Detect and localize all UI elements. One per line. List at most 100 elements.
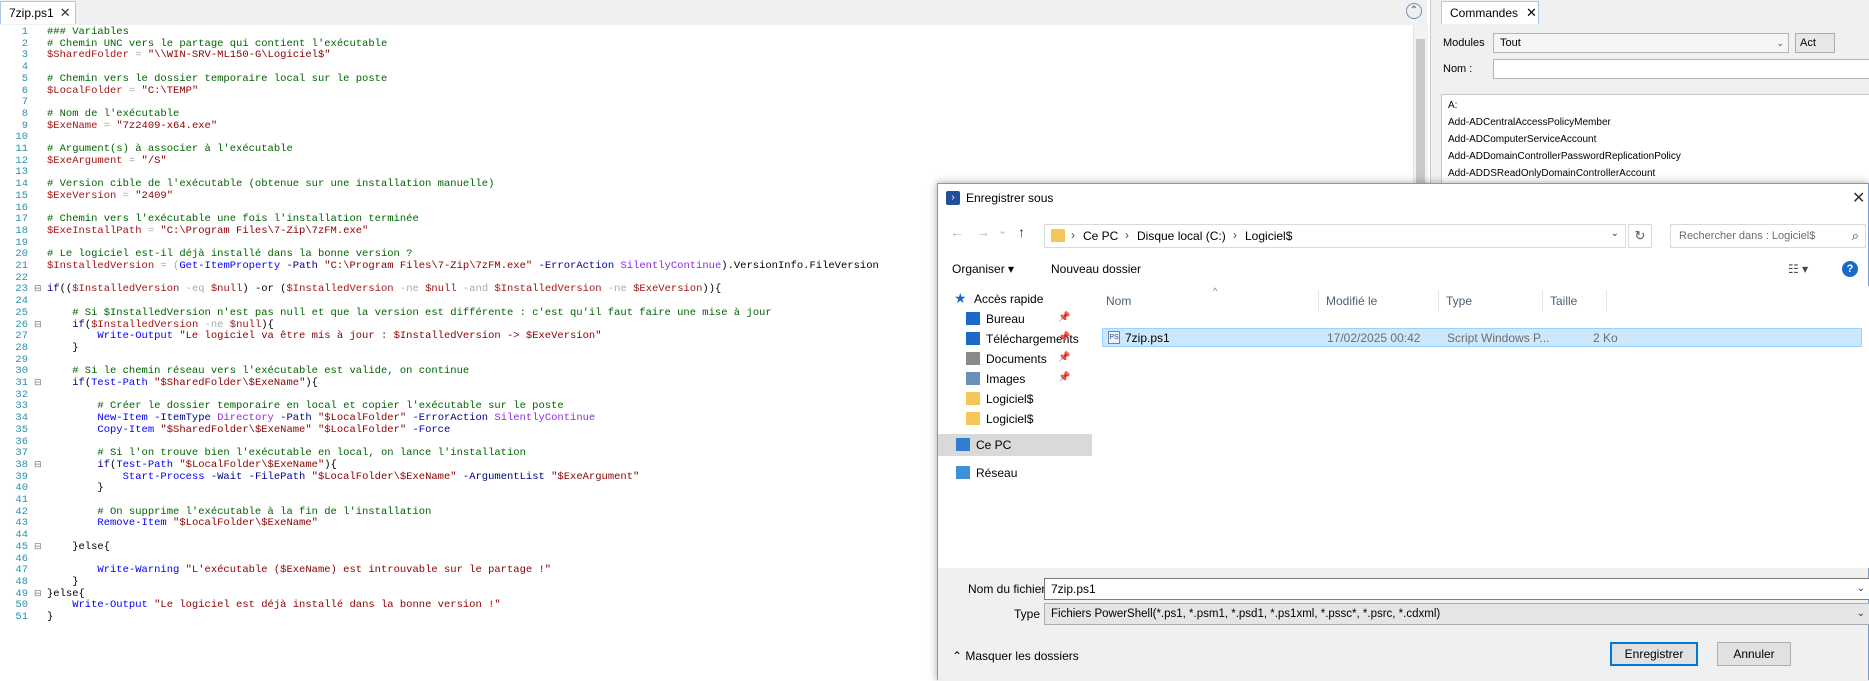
code-line[interactable]: 18 $ExeInstallPath = "C:\Program Files\7-…	[0, 225, 1000, 238]
close-icon[interactable]: ✕	[60, 5, 71, 21]
save-button[interactable]: Enregistrer	[1610, 642, 1698, 666]
address-bar[interactable]: › Ce PC › Disque local (C:) › Logiciel$ …	[1044, 224, 1626, 248]
code-line[interactable]: 15 $ExeVersion = "2409"	[0, 190, 1000, 203]
chevron-down-icon[interactable]: ⌄	[1611, 228, 1619, 239]
column-header-name[interactable]: Nom	[1106, 294, 1131, 308]
new-folder-button[interactable]: Nouveau dossier	[1051, 262, 1141, 276]
nav-item-reseau[interactable]: Réseau	[938, 462, 1092, 484]
column-header-size[interactable]: Taille	[1550, 294, 1577, 308]
code-line[interactable]: 23 ⊟ if(($InstalledVersion -eq $null) -or …	[0, 284, 1000, 296]
code-line[interactable]: 43 Remove-Item "$LocalFolder\$ExeName"	[0, 518, 1000, 530]
navigation-pane[interactable]: ★ Accès rapide Bureau 📌 Téléchargements …	[938, 286, 1092, 568]
column-divider[interactable]	[1318, 290, 1319, 312]
fold-toggle-icon[interactable]: ⊟	[34, 284, 42, 296]
breadcrumb-disque-local[interactable]: Disque local (C:)	[1137, 229, 1226, 243]
nav-label: Ce PC	[976, 438, 1012, 452]
fold-toggle-icon[interactable]: ⊟	[34, 589, 42, 601]
code-line[interactable]: 47 Write-Warning "L'exécutable ($ExeName…	[0, 564, 1000, 577]
chevron-down-icon[interactable]: ⌄	[1857, 579, 1865, 599]
code-token: "$ExeArgument"	[551, 470, 640, 483]
column-divider[interactable]	[1438, 290, 1439, 312]
column-divider[interactable]	[1542, 290, 1543, 312]
help-icon[interactable]: ?	[1842, 261, 1858, 277]
file-name: 7zip.ps1	[1125, 331, 1170, 345]
organize-button[interactable]: Organiser ▾	[952, 262, 1014, 276]
breadcrumb-separator: ›	[1233, 228, 1237, 242]
line-number: 35	[15, 423, 28, 436]
tab-7zip-ps1[interactable]: 7zip.ps1 ✕	[0, 1, 76, 24]
forward-arrow-icon[interactable]: →	[976, 224, 990, 240]
fold-toggle-icon[interactable]: ⊟	[34, 542, 42, 554]
code-line[interactable]: 3 $SharedFolder = "\\WIN-SRV-ML150-G\Logi…	[0, 50, 1000, 62]
code-token: SilentlyContinue	[494, 412, 596, 425]
breadcrumb-ce-pc[interactable]: Ce PC	[1083, 229, 1118, 243]
column-divider[interactable]	[1606, 290, 1607, 312]
code-line[interactable]: 9 $ExeName = "7z2409-x64.exe"	[0, 120, 1000, 133]
nav-item-logiciel[interactable]: Logiciel$	[938, 388, 1092, 410]
hide-folders-button[interactable]: ⌃ Masquer les dossiers	[952, 649, 1079, 663]
code-line[interactable]: 50 Write-Output "Le logiciel est déjà in…	[0, 599, 1000, 612]
nav-item-acces-rapide[interactable]: ★ Accès rapide	[938, 288, 1092, 310]
code-line[interactable]: 12 $ExeArgument = "/S"	[0, 155, 1000, 168]
nav-item-telechargements[interactable]: Téléchargements 📌	[938, 328, 1092, 350]
code-line[interactable]: 45 ⊟ }else{	[0, 541, 1000, 554]
code-line[interactable]: 40 }	[0, 482, 1000, 495]
code-line[interactable]: 44	[0, 529, 1000, 542]
collapse-script-pane-icon[interactable]: ⌃	[1406, 3, 1422, 19]
breadcrumb-logiciel[interactable]: Logiciel$	[1245, 229, 1292, 243]
recent-locations-icon[interactable]: ⌄	[998, 224, 1007, 237]
code-text: }	[47, 482, 103, 495]
tab-commandes[interactable]: Commandes ✕	[1441, 1, 1539, 24]
table-row[interactable]: PS 7zip.ps1 17/02/2025 00:42 Script Wind…	[1102, 328, 1862, 347]
nav-item-documents[interactable]: Documents 📌	[938, 348, 1092, 370]
code-line[interactable]: 27 Write-Output "Le logiciel va être mis…	[0, 330, 1000, 343]
fold-toggle-icon[interactable]: ⊟	[34, 460, 42, 472]
refresh-modules-button[interactable]: Act	[1795, 33, 1835, 53]
code-token: New-Item	[47, 412, 148, 425]
code-line[interactable]: 48 }	[0, 575, 1000, 589]
code-token: if	[47, 377, 85, 389]
modules-select[interactable]: Tout ⌄	[1493, 33, 1789, 53]
code-line[interactable]: 21 $InstalledVersion = (Get-ItemProperty …	[0, 260, 1000, 273]
code-token: -ErrorAction	[532, 260, 621, 272]
refresh-button[interactable]: ↻	[1628, 224, 1652, 248]
nav-item-bureau[interactable]: Bureau 📌	[938, 308, 1092, 330]
dialog-footer: Nom du fichier : 7zip.ps1 ⌄ Type : Fichi…	[938, 568, 1869, 681]
column-header-modified[interactable]: Modifié le	[1326, 294, 1377, 308]
cancel-button[interactable]: Annuler	[1717, 642, 1791, 666]
view-options-icon[interactable]: ☷ ▾	[1788, 262, 1808, 276]
list-item[interactable]: A:	[1448, 100, 1457, 111]
code-token: -ItemType	[147, 412, 218, 425]
code-token: $null	[210, 283, 243, 296]
nav-item-ce-pc[interactable]: Ce PC	[938, 434, 1092, 456]
list-item[interactable]: Add-ADComputerServiceAccount	[1448, 134, 1596, 145]
code-line[interactable]: 28 }	[0, 342, 1000, 355]
code-line[interactable]: 51}	[0, 611, 1000, 624]
list-item[interactable]: Add-ADCentralAccessPolicyMember	[1448, 117, 1611, 128]
close-icon[interactable]: ✕	[1852, 188, 1868, 208]
file-list[interactable]: ^ Nom Modifié le Type Taille PS 7zip.ps1…	[1092, 286, 1869, 568]
code-line[interactable]: 6 $LocalFolder = "C:\TEMP"	[0, 85, 1000, 98]
search-input[interactable]: Rechercher dans : Logiciel$ ⌕	[1670, 224, 1866, 248]
code-token: $SharedFolder	[47, 49, 129, 62]
up-arrow-icon[interactable]: ↑	[1018, 224, 1025, 240]
code-token: # Si $InstalledVersion n'est pas null et…	[47, 306, 772, 319]
code-token: Directory	[217, 412, 274, 425]
back-arrow-icon[interactable]: ←	[950, 224, 964, 240]
fold-toggle-icon[interactable]: ⊟	[34, 378, 42, 390]
code-line[interactable]: 35 Copy-Item "$SharedFolder\$ExeName" "$…	[0, 423, 1000, 437]
dialog-toolbar: Organiser ▾ Nouveau dossier ☷ ▾ ?	[938, 256, 1868, 286]
code-line[interactable]: 39 Start-Process -Wait -FilePath "$Local…	[0, 470, 1000, 484]
code-token: }	[47, 575, 79, 588]
fold-toggle-icon[interactable]: ⊟	[34, 320, 42, 332]
close-icon[interactable]: ✕	[1526, 5, 1537, 21]
filetype-select[interactable]: Fichiers PowerShell(*.ps1, *.psm1, *.psd…	[1044, 603, 1869, 625]
nav-item-logiciel[interactable]: Logiciel$	[938, 408, 1092, 430]
command-name-input[interactable]	[1493, 59, 1869, 79]
filename-field[interactable]: 7zip.ps1 ⌄	[1044, 578, 1869, 600]
list-item[interactable]: Add-ADDSReadOnlyDomainControllerAccount	[1448, 168, 1655, 179]
list-item[interactable]: Add-ADDomainControllerPasswordReplicatio…	[1448, 151, 1681, 162]
code-line[interactable]: 31 ⊟ if(Test-Path "$SharedFolder\$ExeName…	[0, 377, 1000, 390]
column-header-type[interactable]: Type	[1446, 294, 1472, 308]
nav-item-images[interactable]: Images 📌	[938, 368, 1092, 390]
